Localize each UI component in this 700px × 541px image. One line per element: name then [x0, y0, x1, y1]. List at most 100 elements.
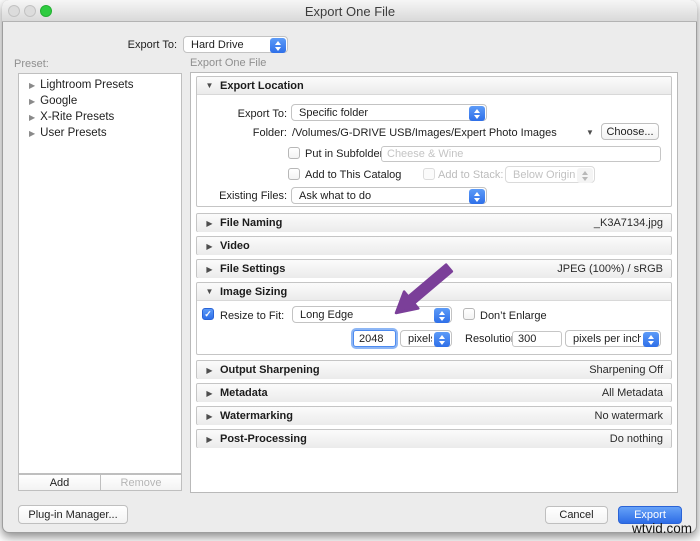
section-video: ▶ Video: [196, 236, 672, 255]
section-title: Video: [220, 240, 250, 252]
section-file-naming: ▶ File Naming _K3A7134.jpg: [196, 213, 672, 232]
disclosure-open-icon[interactable]: ▼: [205, 287, 214, 296]
disclosure-closed-icon[interactable]: ▶: [205, 412, 214, 421]
disclosure-closed-icon[interactable]: ▶: [205, 242, 214, 251]
section-summary-value: No watermark: [594, 410, 663, 422]
resolution-value-input[interactable]: [512, 331, 562, 347]
add-to-stack-label: Add to Stack:: [438, 169, 504, 181]
watermark-text: wtvid.com: [631, 521, 692, 536]
chevron-up-icon: [474, 191, 480, 196]
disclosure-closed-icon[interactable]: ▶: [205, 219, 214, 228]
location-export-to-label: Export To:: [237, 108, 287, 120]
section-output-sharpening: ▶ Output Sharpening Sharpening Off: [196, 360, 672, 379]
minimize-icon[interactable]: [24, 5, 36, 17]
section-header-post-processing[interactable]: ▶ Post-Processing Do nothing: [197, 430, 671, 448]
export-to-popup[interactable]: Hard Drive: [183, 36, 288, 53]
chevron-up-icon: [439, 334, 445, 339]
location-export-to-popup[interactable]: Specific folder: [291, 104, 487, 121]
chevron-down-icon: [474, 114, 480, 119]
window-title: Export One File: [304, 4, 396, 19]
size-unit-popup[interactable]: pixels: [400, 330, 452, 347]
plugin-manager-button[interactable]: Plug-in Manager...: [18, 505, 128, 524]
chevron-up-icon: [439, 310, 445, 315]
put-in-subfolder-checkbox[interactable]: [288, 147, 300, 159]
folder-menu-arrow-icon[interactable]: ▼: [586, 128, 594, 137]
section-header-video[interactable]: ▶ Video: [197, 237, 671, 255]
section-header-export-location[interactable]: ▼ Export Location: [197, 77, 671, 95]
dont-enlarge-checkbox[interactable]: [463, 308, 475, 320]
section-title: Image Sizing: [220, 285, 288, 298]
section-post-processing: ▶ Post-Processing Do nothing: [196, 429, 672, 448]
disclosure-closed-icon[interactable]: ▶: [205, 389, 214, 398]
subfolder-name-input[interactable]: [381, 146, 661, 162]
resolution-unit-value: pixels per inch: [573, 333, 641, 345]
section-summary-value: All Metadata: [601, 387, 663, 399]
size-value-input[interactable]: [353, 330, 396, 347]
add-to-stack-popup[interactable]: Below Original: [505, 166, 595, 183]
dont-enlarge-label: Don’t Enlarge: [480, 310, 547, 322]
sidebar-item-user-presets[interactable]: ▶ User Presets: [29, 127, 107, 139]
resolution-unit-popup[interactable]: pixels per inch: [565, 330, 661, 347]
resize-to-fit-popup[interactable]: Long Edge: [292, 306, 452, 323]
sidebar-item-label: X-Rite Presets: [40, 111, 115, 123]
section-header-watermarking[interactable]: ▶ Watermarking No watermark: [197, 407, 671, 425]
existing-files-value: Ask what to do: [299, 190, 372, 202]
tree-disclosure-icon[interactable]: ▶: [29, 97, 35, 106]
section-title: Watermarking: [220, 410, 293, 422]
section-metadata: ▶ Metadata All Metadata: [196, 383, 672, 402]
section-title: Export Location: [220, 79, 304, 92]
chevron-up-icon: [648, 334, 654, 339]
tree-disclosure-icon[interactable]: ▶: [29, 81, 35, 90]
section-header-image-sizing[interactable]: ▼ Image Sizing: [197, 283, 671, 301]
disclosure-closed-icon[interactable]: ▶: [205, 435, 214, 444]
sidebar-item-xrite-presets[interactable]: ▶ X-Rite Presets: [29, 111, 114, 123]
disclosure-closed-icon[interactable]: ▶: [205, 265, 214, 274]
section-header-file-naming[interactable]: ▶ File Naming _K3A7134.jpg: [197, 214, 671, 232]
preset-label: Preset:: [14, 58, 49, 70]
section-header-output-sharpening[interactable]: ▶ Output Sharpening Sharpening Off: [197, 361, 671, 379]
export-to-label: Export To:: [127, 39, 177, 51]
add-to-stack-checkbox[interactable]: [423, 168, 435, 180]
add-to-catalog-checkbox[interactable]: [288, 168, 300, 180]
cancel-button[interactable]: Cancel: [545, 506, 608, 524]
close-icon[interactable]: [8, 5, 20, 17]
section-watermarking: ▶ Watermarking No watermark: [196, 406, 672, 425]
resize-to-fit-label: Resize to Fit:: [220, 310, 285, 322]
checkmark-icon: ✓: [204, 308, 212, 319]
section-title: File Naming: [220, 217, 283, 229]
section-summary-value: Do nothing: [609, 433, 663, 445]
sidebar-item-lightroom-presets[interactable]: ▶ Lightroom Presets: [29, 79, 133, 91]
add-to-stack-value: Below Original: [513, 169, 575, 181]
tree-disclosure-icon[interactable]: ▶: [29, 113, 35, 122]
popup-stepper-icon: [577, 168, 593, 183]
choose-folder-button[interactable]: Choose...: [601, 123, 659, 140]
section-summary-value: _K3A7134.jpg: [593, 217, 663, 229]
chevron-up-icon: [275, 40, 281, 45]
folder-label: Folder:: [252, 127, 287, 139]
sidebar-item-label: Lightroom Presets: [40, 79, 134, 91]
tree-disclosure-icon[interactable]: ▶: [29, 129, 35, 138]
disclosure-open-icon[interactable]: ▼: [205, 81, 214, 90]
panel-title: Export One File: [190, 57, 267, 69]
section-title: Output Sharpening: [220, 364, 320, 376]
popup-stepper-icon: [643, 332, 659, 347]
popup-stepper-icon: [434, 332, 450, 347]
remove-preset-button[interactable]: Remove: [100, 474, 182, 491]
section-summary-value: JPEG (100%) / sRGB: [557, 263, 663, 275]
zoom-icon[interactable]: [40, 5, 52, 17]
popup-stepper-icon: [469, 106, 485, 121]
popup-stepper-icon: [469, 189, 485, 204]
section-header-file-settings[interactable]: ▶ File Settings JPEG (100%) / sRGB: [197, 260, 671, 278]
size-unit-value: pixels: [408, 333, 432, 345]
sidebar-item-google[interactable]: ▶ Google: [29, 95, 77, 107]
disclosure-closed-icon[interactable]: ▶: [205, 366, 214, 375]
section-header-metadata[interactable]: ▶ Metadata All Metadata: [197, 384, 671, 402]
existing-files-popup[interactable]: Ask what to do: [291, 187, 487, 204]
popup-stepper-icon: [434, 308, 450, 323]
popup-stepper-icon: [270, 38, 286, 53]
sidebar-item-label: Google: [40, 95, 78, 107]
chevron-down-icon: [648, 340, 654, 345]
chevron-down-icon: [474, 197, 480, 202]
add-preset-button[interactable]: Add: [18, 474, 101, 491]
resize-to-fit-checkbox[interactable]: ✓: [202, 308, 214, 320]
